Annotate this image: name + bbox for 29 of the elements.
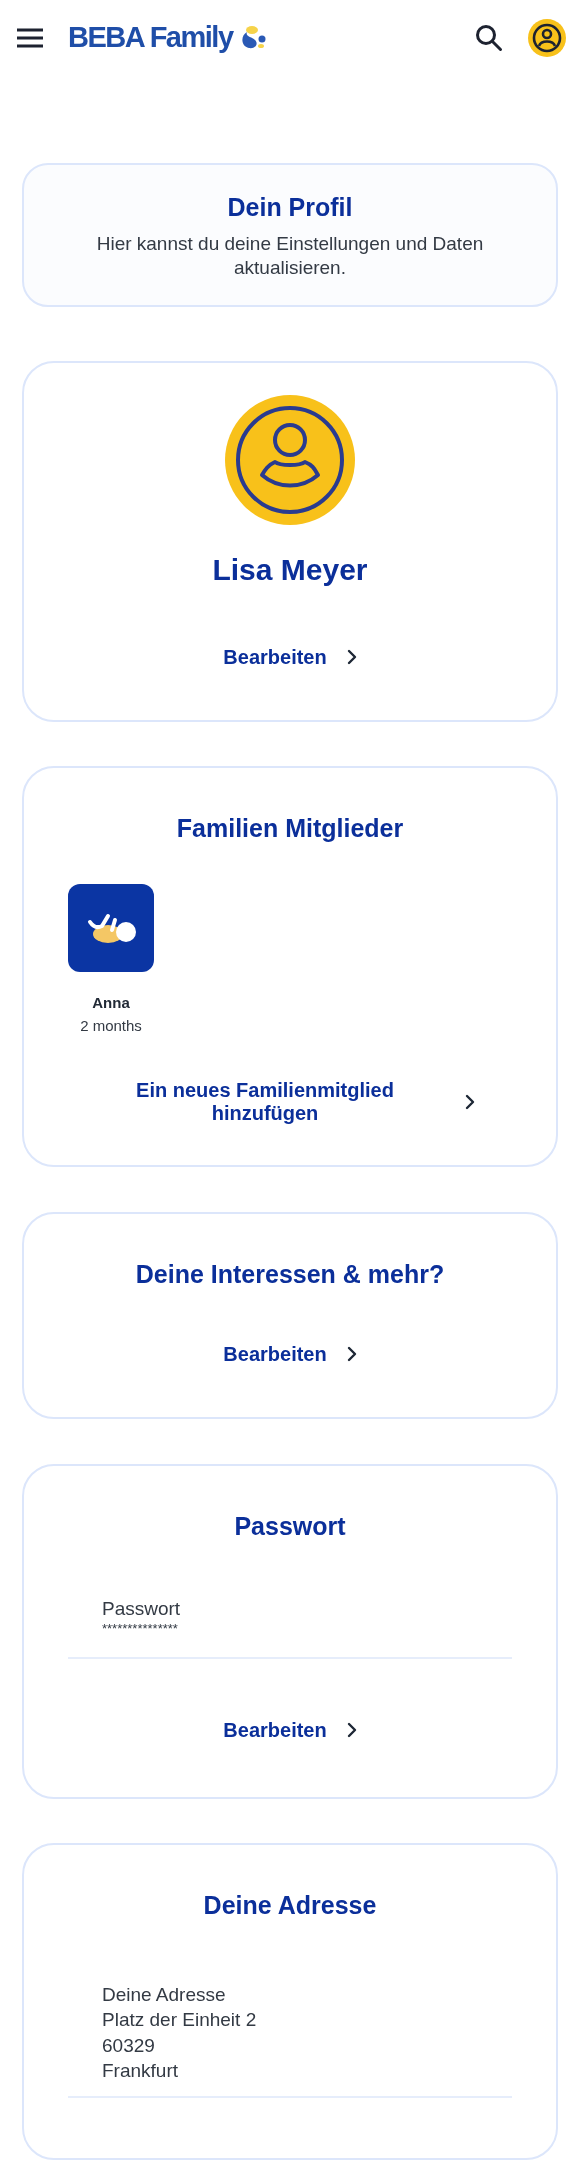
member-name: Anna — [92, 993, 130, 1014]
field-label: Passwort — [102, 1597, 182, 1622]
address-line: Frankfurt — [102, 2059, 180, 2084]
baby-icon[interactable] — [68, 884, 154, 973]
member-age: 2 months — [80, 1015, 142, 1036]
avatar-icon — [225, 394, 355, 525]
card-title: Passwort — [233, 1510, 347, 1542]
edit-link[interactable]: Bearbeiten — [223, 1338, 357, 1369]
logo[interactable]: BEBA Family — [68, 15, 233, 60]
chevron-right-icon — [465, 1094, 475, 1111]
chevron-right-icon — [346, 1722, 357, 1738]
edit-link[interactable]: Ein neues Familienmitglied hinzufügen — [105, 1079, 475, 1126]
card-title: Familien Mitglieder — [175, 812, 405, 844]
chevron-right-icon — [346, 648, 357, 665]
menu-icon[interactable] — [16, 27, 44, 48]
address-line: 60329 — [102, 2033, 156, 2058]
address-line: Platz der Einheit 2 — [102, 2008, 258, 2033]
edit-link[interactable]: Bearbeiten — [223, 641, 357, 672]
password-value: *************** — [102, 1622, 179, 1635]
user-name: Lisa Meyer — [212, 551, 368, 588]
chevron-right-icon — [346, 1345, 357, 1362]
card-title: Deine Interessen & mehr? — [135, 1259, 445, 1291]
card-description: Hier kannst du deine Einstellungen und Daten aktualisieren. — [95, 231, 485, 281]
search-icon[interactable] — [474, 22, 504, 53]
edit-link[interactable]: Bearbeiten — [223, 1715, 357, 1745]
card-title: Dein Profil — [226, 192, 354, 223]
card-title: Deine Adresse — [202, 1890, 378, 1921]
profile-icon[interactable] — [528, 18, 566, 57]
field-label: Deine Adresse — [102, 1982, 227, 2007]
